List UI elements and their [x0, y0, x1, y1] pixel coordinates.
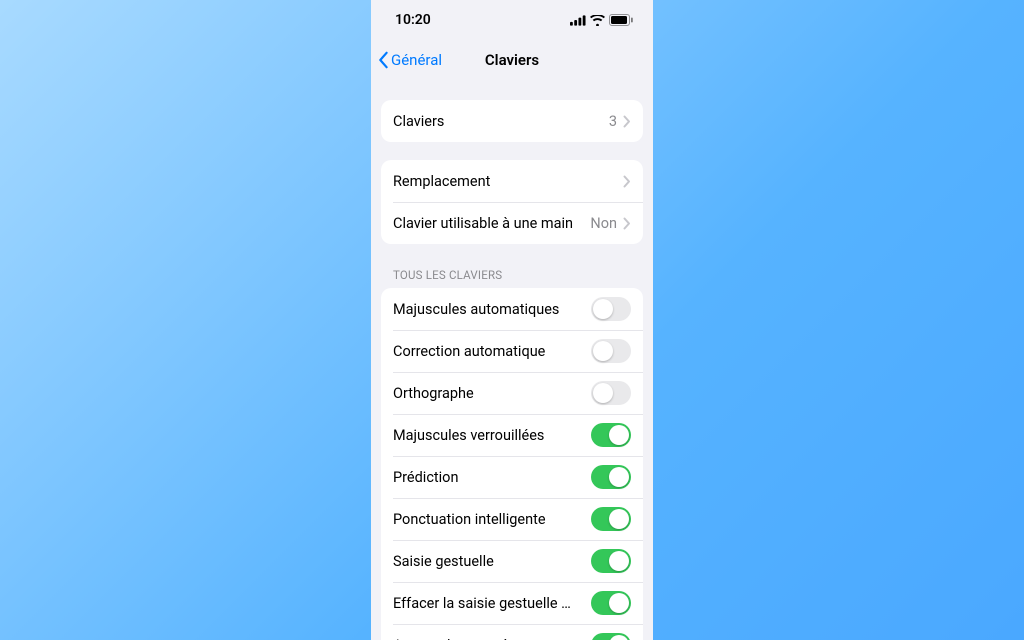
row-replacement[interactable]: Remplacement — [381, 160, 643, 202]
row-label: Clavier utilisable à une main — [393, 215, 590, 232]
toggle-knob — [593, 299, 613, 319]
toggle-label: Prédiction — [393, 469, 591, 486]
toggle-switch[interactable] — [591, 507, 631, 531]
toggle-switch[interactable] — [591, 297, 631, 321]
status-time: 10:20 — [395, 12, 431, 28]
chevron-right-icon — [623, 115, 631, 128]
chevron-right-icon — [623, 217, 631, 230]
toggle-label: Ponctuation intelligente — [393, 511, 591, 528]
toggle-knob — [609, 509, 629, 529]
chevron-right-icon — [623, 175, 631, 188]
toggle-label: Orthographe — [393, 385, 591, 402]
row-label: Claviers — [393, 113, 609, 130]
status-bar: 10:20 — [371, 0, 653, 40]
nav-bar: Général Claviers — [371, 40, 653, 80]
toggle-label: Saisie gestuelle — [393, 553, 591, 570]
toggle-knob — [609, 593, 629, 613]
toggle-label: Effacer la saisie gestuelle mot... — [393, 595, 591, 612]
row-detail: 3 — [609, 113, 617, 130]
toggle-knob — [593, 383, 613, 403]
toggle-knob — [609, 467, 629, 487]
toggle-row: Orthographe — [381, 372, 643, 414]
row-keyboards[interactable]: Claviers 3 — [381, 100, 643, 142]
status-icons — [570, 14, 633, 26]
toggle-row: Aperçu du caractère — [381, 624, 643, 640]
back-button[interactable]: Général — [371, 51, 442, 69]
toggle-knob — [593, 341, 613, 361]
toggle-label: Aperçu du caractère — [393, 637, 591, 640]
toggle-knob — [609, 551, 629, 571]
toggle-row: Correction automatique — [381, 330, 643, 372]
toggle-switch[interactable] — [591, 549, 631, 573]
toggle-label: Majuscules verrouillées — [393, 427, 591, 444]
cellular-icon — [570, 15, 586, 26]
chevron-left-icon — [377, 51, 389, 69]
toggle-row: Majuscules automatiques — [381, 288, 643, 330]
toggle-row: Majuscules verrouillées — [381, 414, 643, 456]
toggle-row: Prédiction — [381, 456, 643, 498]
toggle-label: Majuscules automatiques — [393, 301, 591, 318]
row-one-handed[interactable]: Clavier utilisable à une main Non — [381, 202, 643, 244]
phone-frame: 10:20 Général Claviers Claviers 3 Rempla… — [371, 0, 653, 640]
toggle-row: Effacer la saisie gestuelle mot... — [381, 582, 643, 624]
wifi-icon — [590, 15, 605, 26]
group-all-keyboards: Majuscules automatiques Correction automa… — [381, 288, 643, 640]
toggle-switch[interactable] — [591, 591, 631, 615]
row-detail: Non — [590, 215, 617, 232]
back-label: Général — [391, 51, 442, 69]
toggle-row: Ponctuation intelligente — [381, 498, 643, 540]
toggle-label: Correction automatique — [393, 343, 591, 360]
row-label: Remplacement — [393, 173, 623, 190]
battery-icon — [609, 14, 633, 26]
toggle-switch[interactable] — [591, 633, 631, 640]
toggle-knob — [609, 425, 629, 445]
toggle-switch[interactable] — [591, 465, 631, 489]
toggle-switch[interactable] — [591, 423, 631, 447]
toggle-row: Saisie gestuelle — [381, 540, 643, 582]
toggle-switch[interactable] — [591, 339, 631, 363]
group-options: Remplacement Clavier utilisable à une ma… — [381, 160, 643, 244]
toggle-knob — [609, 635, 629, 640]
settings-content: Claviers 3 Remplacement Clavier utilisab… — [371, 80, 653, 640]
section-header-all-keyboards: TOUS LES CLAVIERS — [393, 268, 643, 282]
toggle-switch[interactable] — [591, 381, 631, 405]
group-keyboards: Claviers 3 — [381, 100, 643, 142]
